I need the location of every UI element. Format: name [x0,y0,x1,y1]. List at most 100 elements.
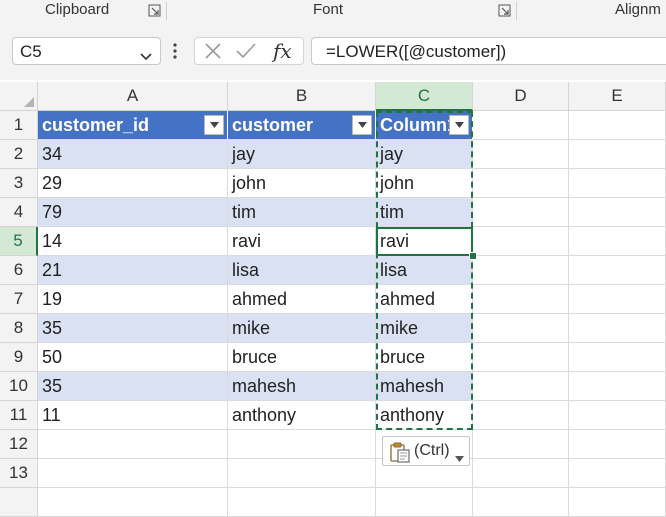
column-header-d[interactable]: D [473,82,569,111]
empty-cell[interactable] [473,459,569,488]
row-header-11[interactable]: 11 [0,401,38,430]
select-all-corner[interactable] [0,82,38,111]
row-header-6[interactable]: 6 [0,256,38,285]
column-header-a[interactable]: A [38,82,228,111]
empty-cell[interactable] [473,198,569,227]
empty-cell[interactable] [569,459,666,488]
table-cell[interactable]: 21 [38,256,228,285]
table-cell[interactable]: 29 [38,169,228,198]
row-header-1[interactable]: 1 [0,111,38,140]
empty-cell[interactable] [38,459,228,488]
table-cell[interactable]: 50 [38,343,228,372]
paste-options-label: (Ctrl) [414,442,450,459]
empty-cell[interactable] [569,372,666,401]
empty-cell[interactable] [228,459,376,488]
empty-cell[interactable] [569,430,666,459]
chevron-down-icon[interactable] [140,48,152,66]
table-cell[interactable]: tim [228,198,376,227]
table-cell[interactable]: anthony [228,401,376,430]
paste-options-button[interactable]: (Ctrl) [382,436,470,466]
table-cell[interactable]: ahmed [228,285,376,314]
column-header-b[interactable]: B [228,82,376,111]
more-options-icon[interactable] [173,43,177,64]
empty-cell[interactable] [569,256,666,285]
empty-cell[interactable] [569,140,666,169]
row-header-14[interactable] [0,488,38,517]
column-header-c[interactable]: C [376,82,473,111]
table-cell[interactable]: lisa [376,256,473,285]
row-header-2[interactable]: 2 [0,140,38,169]
row-header-9[interactable]: 9 [0,343,38,372]
empty-cell[interactable] [569,488,666,517]
row-header-4[interactable]: 4 [0,198,38,227]
empty-cell[interactable] [569,285,666,314]
table-cell[interactable]: lisa [228,256,376,285]
table-cell[interactable]: 19 [38,285,228,314]
filter-dropdown-icon[interactable] [352,115,372,135]
table-cell[interactable]: anthony [376,401,473,430]
empty-cell[interactable] [473,285,569,314]
table-cell[interactable]: mike [376,314,473,343]
row-header-8[interactable]: 8 [0,314,38,343]
empty-cell[interactable] [569,198,666,227]
table-cell[interactable]: tim [376,198,473,227]
row-header-10[interactable]: 10 [0,372,38,401]
row-header-7[interactable]: 7 [0,285,38,314]
table-cell[interactable]: bruce [228,343,376,372]
table-cell[interactable]: 14 [38,227,228,256]
empty-cell[interactable] [473,430,569,459]
empty-cell[interactable] [376,488,473,517]
empty-cell[interactable] [228,488,376,517]
empty-cell[interactable] [569,227,666,256]
column-header-e[interactable]: E [569,82,666,111]
table-cell[interactable]: mike [228,314,376,343]
empty-cell[interactable] [228,430,376,459]
row-header-12[interactable]: 12 [0,430,38,459]
row-header-13[interactable]: 13 [0,459,38,488]
empty-cell[interactable] [38,430,228,459]
table-cell[interactable]: bruce [376,343,473,372]
fill-handle[interactable] [469,252,477,260]
empty-cell[interactable] [473,169,569,198]
empty-cell[interactable] [38,488,228,517]
empty-cell[interactable] [473,256,569,285]
insert-function-button[interactable]: fx [273,39,292,63]
table-cell[interactable]: jay [228,140,376,169]
table-cell[interactable]: mahesh [228,372,376,401]
row-header-5[interactable]: 5 [0,227,38,256]
empty-cell[interactable] [569,314,666,343]
empty-cell[interactable] [569,111,666,140]
empty-cell[interactable] [473,343,569,372]
filter-dropdown-icon[interactable] [204,115,224,135]
formula-bar-input[interactable]: =LOWER([@customer]) [311,37,666,65]
filter-dropdown-icon[interactable] [449,115,469,135]
cancel-icon[interactable] [203,41,223,66]
empty-cell[interactable] [569,343,666,372]
table-cell[interactable]: jay [376,140,473,169]
row-header-3[interactable]: 3 [0,169,38,198]
table-cell[interactable]: 34 [38,140,228,169]
table-cell[interactable]: 79 [38,198,228,227]
empty-cell[interactable] [473,488,569,517]
empty-cell[interactable] [569,401,666,430]
empty-cell[interactable] [473,111,569,140]
empty-cell[interactable] [473,227,569,256]
empty-cell[interactable] [473,372,569,401]
clipboard-dialog-launcher-icon[interactable] [148,4,161,17]
table-cell[interactable]: mahesh [376,372,473,401]
name-box[interactable]: C5 [12,37,161,65]
enter-check-icon[interactable] [235,41,257,66]
table-cell[interactable]: ravi [228,227,376,256]
table-cell[interactable]: 35 [38,314,228,343]
empty-cell[interactable] [473,401,569,430]
table-header-cell[interactable]: customer_id [38,111,228,140]
empty-cell[interactable] [569,169,666,198]
empty-cell[interactable] [473,140,569,169]
table-cell[interactable]: 35 [38,372,228,401]
table-cell[interactable]: john [376,169,473,198]
table-cell[interactable]: ahmed [376,285,473,314]
empty-cell[interactable] [473,314,569,343]
table-cell[interactable]: 11 [38,401,228,430]
table-cell[interactable]: john [228,169,376,198]
font-dialog-launcher-icon[interactable] [498,4,511,17]
